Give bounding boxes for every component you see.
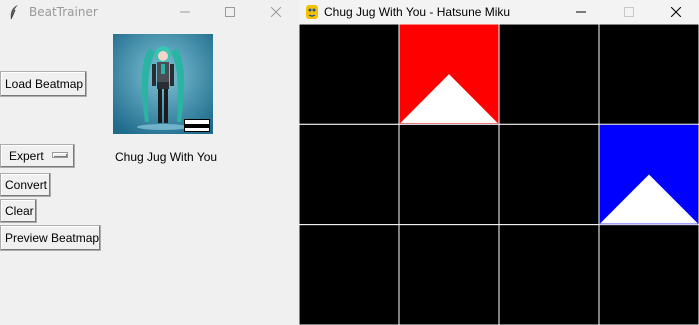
minimize-icon xyxy=(180,11,190,13)
grid-cell xyxy=(299,24,400,125)
beatmap-grid xyxy=(299,24,699,325)
convert-button[interactable]: Convert xyxy=(0,173,51,197)
difficulty-value: Expert xyxy=(9,149,44,163)
load-beatmap-button[interactable]: Load Beatmap xyxy=(0,71,87,97)
window-title: BeatTrainer xyxy=(29,5,98,19)
pygame-window-title: Chug Jug With You - Hatsune Miku xyxy=(324,5,511,19)
grid-cell xyxy=(299,123,400,226)
minimize-button[interactable] xyxy=(162,0,208,24)
pygame-close-button[interactable] xyxy=(653,0,699,24)
close-icon xyxy=(671,7,681,17)
pygame-snake-icon xyxy=(306,5,318,19)
clear-button[interactable]: Clear xyxy=(0,199,37,223)
pygame-maximize-button xyxy=(606,0,652,24)
feather-icon xyxy=(10,5,18,20)
grid-cell xyxy=(598,24,699,125)
dropdown-indicator-icon xyxy=(53,153,67,157)
grid-cell xyxy=(598,224,699,325)
maximize-icon xyxy=(624,7,634,17)
close-icon xyxy=(271,7,281,17)
beattrainer-window: BeatTrainer Load Beatmap Expert Chug Jug… xyxy=(0,0,300,325)
grid-cell xyxy=(398,224,500,325)
grid-cell xyxy=(498,123,600,226)
maximize-icon xyxy=(225,7,235,17)
minimize-icon xyxy=(576,11,586,13)
song-title-label: Chug Jug With You xyxy=(115,150,218,164)
difficulty-dropdown[interactable]: Expert xyxy=(0,144,75,168)
title-bar: BeatTrainer xyxy=(0,0,300,24)
grid-cell xyxy=(398,123,500,226)
pygame-minimize-button[interactable] xyxy=(558,0,604,24)
grid-cell xyxy=(498,224,600,325)
pygame-title-bar: Chug Jug With You - Hatsune Miku xyxy=(299,0,699,24)
maximize-button[interactable] xyxy=(207,0,253,24)
grid-cell xyxy=(498,24,600,125)
pygame-window: Chug Jug With You - Hatsune Miku xyxy=(299,0,699,325)
close-button[interactable] xyxy=(253,0,299,24)
grid-cell xyxy=(299,224,400,325)
album-art xyxy=(113,34,213,134)
preview-beatmap-button[interactable]: Preview Beatmap xyxy=(0,225,101,251)
